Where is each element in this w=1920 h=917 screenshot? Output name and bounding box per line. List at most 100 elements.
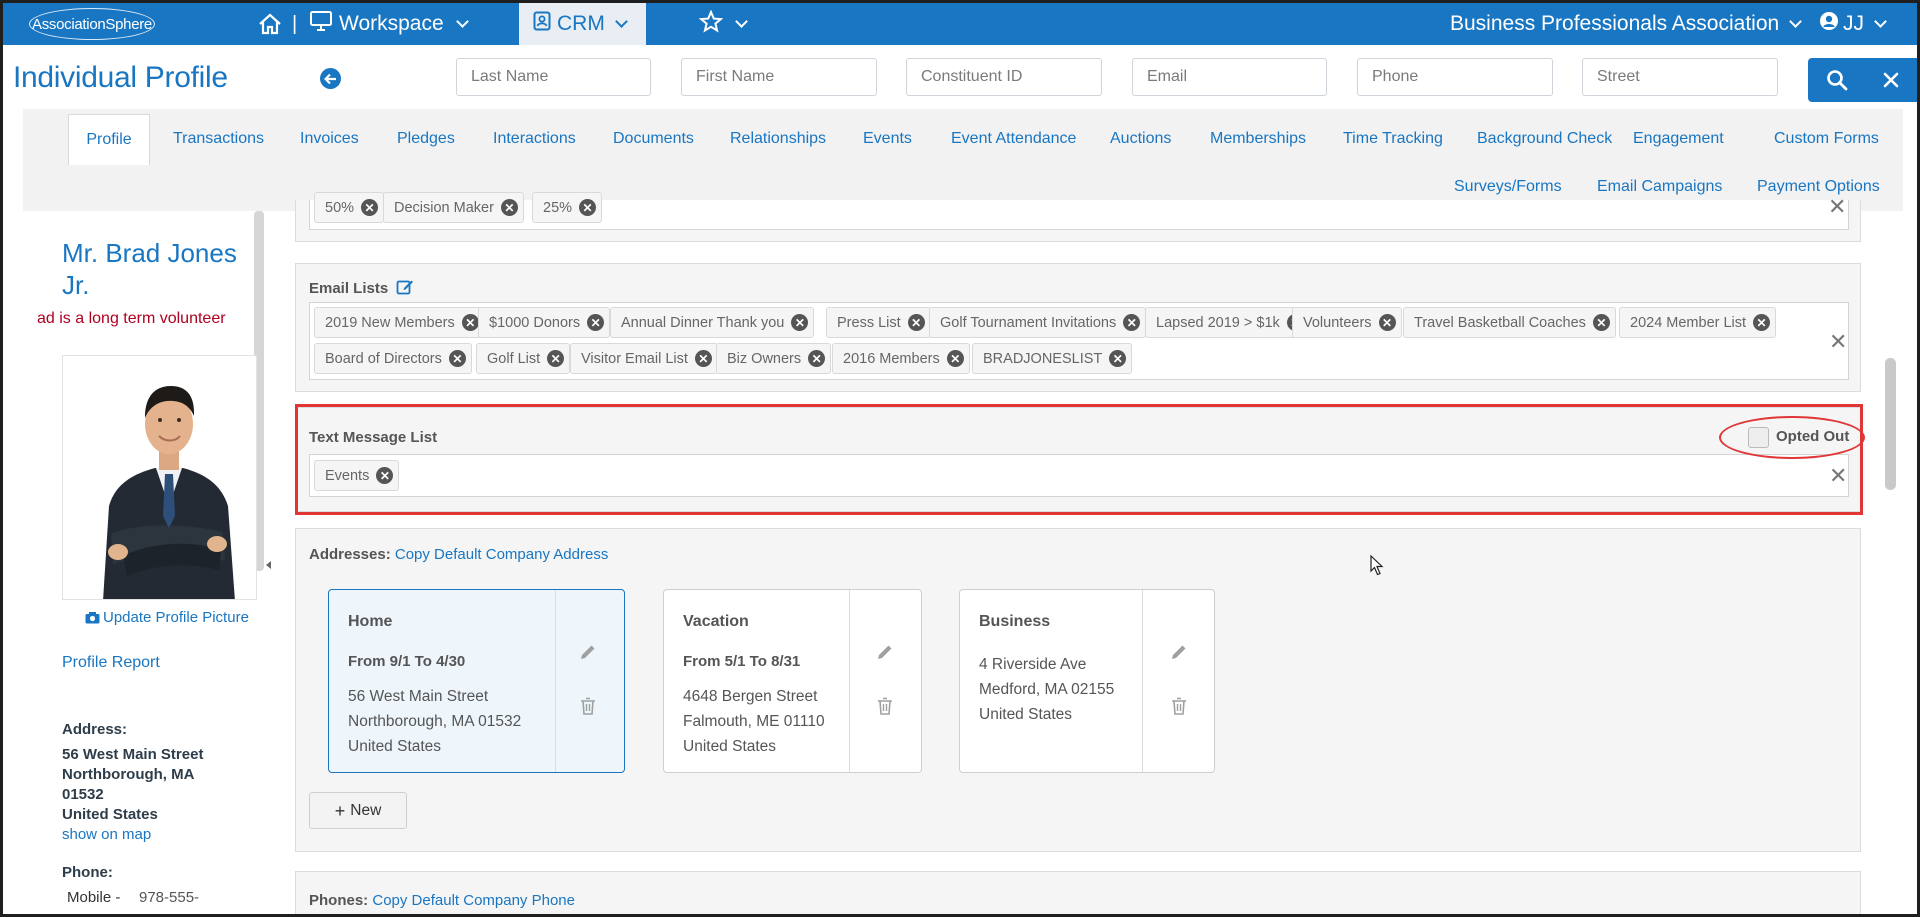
tab-invoices[interactable]: Invoices <box>300 130 359 148</box>
nav-separator: | <box>292 13 298 35</box>
edit-icon[interactable] <box>396 278 414 300</box>
copy-default-company-address-link[interactable]: Copy Default Company Address <box>395 546 608 563</box>
tab-events[interactable]: Events <box>863 130 912 148</box>
main-scrollbar[interactable] <box>1885 358 1896 490</box>
tab-event-attendance[interactable]: Event Attendance <box>951 130 1076 148</box>
collapse-sidebar-icon[interactable] <box>266 561 271 569</box>
remove-tag-icon[interactable]: ✕ <box>361 199 379 216</box>
tab-documents[interactable]: Documents <box>613 130 694 148</box>
edit-pencil-icon[interactable] <box>579 643 597 666</box>
tab-memberships[interactable]: Memberships <box>1210 130 1306 148</box>
organization-menu[interactable]: Business Professionals Association <box>1450 3 1803 45</box>
tab-email-campaigns[interactable]: Email Campaigns <box>1597 178 1722 196</box>
address-card-business[interactable]: Business 4 Riverside Ave Medford, MA 021… <box>959 589 1215 773</box>
tag-chip: Volunteers ✕ <box>1292 307 1402 338</box>
trash-icon[interactable] <box>580 697 596 720</box>
tag-label: 50% <box>325 199 355 216</box>
tab-custom-forms[interactable]: Custom Forms <box>1774 130 1879 148</box>
address-card-home[interactable]: Home From 9/1 To 4/30 56 West Main Stree… <box>328 589 625 773</box>
profile-report-link[interactable]: Profile Report <box>62 654 160 672</box>
edit-pencil-icon[interactable] <box>876 643 894 666</box>
tab-pledges[interactable]: Pledges <box>397 130 455 148</box>
remove-tag-icon[interactable]: ✕ <box>1378 314 1396 331</box>
tag-label: Volunteers <box>1303 314 1372 331</box>
address-line-3: 01532 <box>62 786 104 803</box>
profile-bio: ad is a long term volunteer <box>37 310 226 327</box>
show-on-map-link[interactable]: show on map <box>62 825 151 845</box>
address-card-line: United States <box>683 738 777 755</box>
app-window: AssociationSphere | Workspace CRM Busine… <box>0 0 1920 917</box>
tab-profile[interactable]: Profile <box>68 114 150 165</box>
tag-chip: 2019 New Members ✕ <box>314 307 485 338</box>
remove-tag-icon[interactable]: ✕ <box>808 350 826 367</box>
phone-heading: Phone: <box>62 864 113 881</box>
tab-auctions[interactable]: Auctions <box>1110 130 1171 148</box>
clear-search-icon[interactable] <box>1880 69 1902 96</box>
street-input[interactable] <box>1582 58 1778 96</box>
email-lists-title: Email Lists <box>309 280 389 297</box>
remove-tag-icon[interactable]: ✕ <box>907 314 925 331</box>
tag-chip: $1000 Donors ✕ <box>478 307 611 338</box>
tab-interactions[interactable]: Interactions <box>493 130 576 148</box>
remove-tag-icon[interactable]: ✕ <box>461 314 479 331</box>
contact-card-icon <box>533 11 551 37</box>
phone-input[interactable] <box>1357 58 1553 96</box>
phones-header: Phones: Copy Default Company Phone <box>309 892 575 909</box>
tag-label: Board of Directors <box>325 350 442 367</box>
workspace-menu[interactable]: Workspace <box>309 3 469 45</box>
card-divider <box>555 590 556 772</box>
tag-label: 2019 New Members <box>325 314 455 331</box>
remove-tag-icon[interactable]: ✕ <box>587 314 605 331</box>
address-card-line: United States <box>348 738 442 755</box>
address-card-title: Home <box>348 613 393 630</box>
attributes-tagbox[interactable]: 50% ✕ Decision Maker ✕ 25% ✕ ✕ <box>309 192 1849 230</box>
remove-tag-icon[interactable]: ✕ <box>500 199 518 216</box>
remove-tag-icon[interactable]: ✕ <box>694 350 712 367</box>
remove-tag-icon[interactable]: ✕ <box>791 314 809 331</box>
tag-label: Lapsed 2019 > $1k <box>1156 314 1280 331</box>
clear-tags-icon[interactable]: ✕ <box>1828 194 1846 220</box>
remove-tag-icon[interactable]: ✕ <box>1109 350 1127 367</box>
address-card-vacation[interactable]: Vacation From 5/1 To 8/31 4648 Bergen St… <box>663 589 922 773</box>
first-name-input[interactable] <box>681 58 877 96</box>
clear-tags-icon[interactable]: ✕ <box>1829 329 1847 355</box>
constituent-id-input[interactable] <box>906 58 1102 96</box>
tab-background-check[interactable]: Background Check <box>1477 130 1612 148</box>
user-menu[interactable]: JJ <box>1819 3 1887 45</box>
remove-tag-icon[interactable]: ✕ <box>946 350 964 367</box>
remove-tag-icon[interactable]: ✕ <box>547 350 565 367</box>
tag-chip: Biz Owners ✕ <box>716 343 832 374</box>
remove-tag-icon[interactable]: ✕ <box>579 199 597 216</box>
last-name-input[interactable] <box>456 58 651 96</box>
remove-tag-icon[interactable]: ✕ <box>1123 314 1141 331</box>
new-address-button[interactable]: + New <box>309 792 407 829</box>
tab-time-tracking[interactable]: Time Tracking <box>1343 130 1443 148</box>
remove-tag-icon[interactable]: ✕ <box>448 350 466 367</box>
remove-tag-icon[interactable]: ✕ <box>1753 314 1771 331</box>
organization-name: Business Professionals Association <box>1450 12 1780 35</box>
home-icon[interactable] <box>258 3 282 45</box>
copy-default-company-phone-link[interactable]: Copy Default Company Phone <box>372 892 575 909</box>
email-lists-tagbox[interactable]: 2019 New Members ✕ $1000 Donors ✕ Annual D… <box>309 302 1849 380</box>
address-card-line: 4648 Bergen Street <box>683 688 818 705</box>
back-arrow-icon[interactable] <box>320 68 341 89</box>
trash-icon[interactable] <box>877 697 893 720</box>
update-profile-picture-link[interactable]: Update Profile Picture <box>85 609 249 628</box>
tag-chip: Travel Basketball Coaches ✕ <box>1403 307 1616 338</box>
tab-engagement[interactable]: Engagement <box>1633 130 1724 148</box>
association-sphere-logo[interactable]: AssociationSphere <box>29 8 155 40</box>
tab-relationships[interactable]: Relationships <box>730 130 826 148</box>
phone-value: 978-555- <box>139 889 200 906</box>
tab-transactions[interactable]: Transactions <box>173 130 264 148</box>
email-input[interactable] <box>1132 58 1327 96</box>
favorites-menu[interactable] <box>698 3 748 45</box>
tab-payment-options[interactable]: Payment Options <box>1757 178 1880 196</box>
tab-surveys-forms[interactable]: Surveys/Forms <box>1454 178 1562 196</box>
tag-label: Annual Dinner Thank you <box>621 314 785 331</box>
crm-menu[interactable]: CRM <box>519 3 646 45</box>
trash-icon[interactable] <box>1171 697 1187 720</box>
remove-tag-icon[interactable]: ✕ <box>1592 314 1610 331</box>
address-line-4: United States <box>62 806 158 823</box>
edit-pencil-icon[interactable] <box>1170 643 1188 666</box>
search-icon[interactable] <box>1826 69 1848 96</box>
